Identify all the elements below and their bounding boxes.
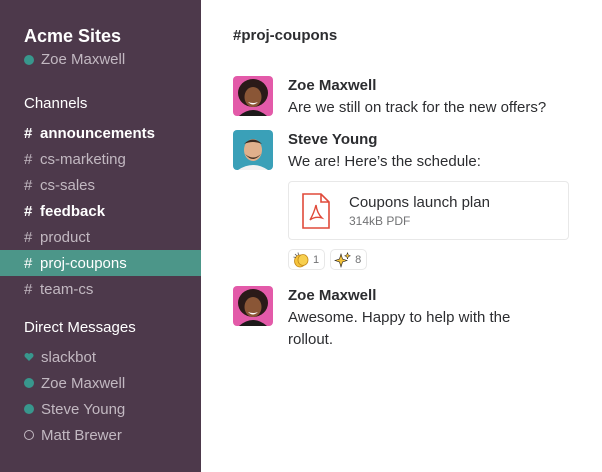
sidebar-item-feedback[interactable]: # feedback <box>0 198 201 224</box>
workspace-name[interactable]: Acme Sites <box>0 24 201 48</box>
file-attachment[interactable]: Coupons launch plan 314kB PDF <box>288 181 569 240</box>
avatar-zoe-maxwell-icon <box>233 286 273 326</box>
sidebar-item-team-cs[interactable]: # team-cs <box>0 276 201 302</box>
dm-label: Zoe Maxwell <box>41 374 126 392</box>
pdf-file-icon <box>302 192 330 229</box>
avatar[interactable] <box>233 130 273 170</box>
file-title: Coupons launch plan <box>349 193 490 211</box>
dm-item-steve-young[interactable]: Steve Young <box>0 396 201 422</box>
dm-label: Steve Young <box>41 400 126 418</box>
message-item: Zoe Maxwell Awesome. Happy to help with … <box>233 286 570 351</box>
reaction-bar: 1 8 <box>288 249 570 270</box>
reaction-sparkles[interactable]: 8 <box>330 249 368 270</box>
sidebar-item-proj-coupons[interactable]: # proj-coupons <box>0 250 201 276</box>
online-status-icon <box>24 55 34 65</box>
reaction-count: 1 <box>313 253 320 266</box>
message-sender[interactable]: Steve Young <box>288 130 570 150</box>
channel-hash-icon: # <box>24 202 33 220</box>
avatar[interactable] <box>233 76 273 116</box>
channel-hash-icon: # <box>24 176 33 194</box>
dm-label: Matt Brewer <box>41 426 122 444</box>
avatar[interactable] <box>233 286 273 326</box>
message-text: Are we still on track for the new offers… <box>288 99 547 116</box>
message-item: Zoe Maxwell Are we still on track for th… <box>233 76 570 119</box>
channel-label: cs-marketing <box>40 150 126 168</box>
avatar-zoe-maxwell-icon <box>233 76 273 116</box>
channel-hash-icon: # <box>24 228 33 246</box>
direct-messages-header[interactable]: Direct Messages <box>0 318 201 338</box>
clapping-hands-icon <box>293 251 309 267</box>
sidebar-item-cs-sales[interactable]: # cs-sales <box>0 172 201 198</box>
message-text: Awesome. Happy to help with the rollout. <box>288 309 511 348</box>
file-meta: 314kB PDF <box>349 213 411 228</box>
channels-header[interactable]: Channels <box>0 94 201 114</box>
dm-item-slackbot[interactable]: slackbot <box>0 344 201 370</box>
away-status-icon <box>24 430 34 440</box>
channel-label: product <box>40 228 91 246</box>
online-status-icon <box>24 404 34 414</box>
channel-hash-icon: # <box>24 124 33 142</box>
dm-item-zoe-maxwell[interactable]: Zoe Maxwell <box>0 370 201 396</box>
dm-item-matt-brewer[interactable]: Matt Brewer <box>0 422 201 448</box>
channel-hash-icon: # <box>24 150 33 168</box>
message-sender[interactable]: Zoe Maxwell <box>288 76 570 96</box>
dm-label: slackbot <box>41 348 97 366</box>
current-user-status[interactable]: Zoe Maxwell <box>0 50 201 70</box>
channel-hash-icon: # <box>24 254 33 272</box>
sidebar-item-announcements[interactable]: # announcements <box>0 120 201 146</box>
avatar-steve-young-icon <box>233 130 273 170</box>
app-window: Acme Sites Zoe Maxwell Channels # announ… <box>0 0 602 472</box>
channel-hash-icon: # <box>24 280 33 298</box>
channel-label: proj-coupons <box>40 254 127 272</box>
channel-label: team-cs <box>40 280 94 298</box>
channel-label: feedback <box>40 202 106 220</box>
message-item: Steve Young We are! Here’s the schedule:… <box>233 130 570 270</box>
sparkles-icon <box>334 251 352 268</box>
channel-label: cs-sales <box>40 176 96 194</box>
online-status-icon <box>24 378 34 388</box>
sidebar: Acme Sites Zoe Maxwell Channels # announ… <box>0 0 201 472</box>
message-text: We are! Here’s the schedule: <box>288 153 481 170</box>
reaction-clapping[interactable]: 1 <box>288 249 326 270</box>
sidebar-item-cs-marketing[interactable]: # cs-marketing <box>0 146 201 172</box>
message-sender[interactable]: Zoe Maxwell <box>288 286 548 306</box>
sidebar-item-product[interactable]: # product <box>0 224 201 250</box>
reaction-count: 8 <box>355 253 362 266</box>
channel-label: announcements <box>40 124 156 142</box>
message-pane: #proj-coupons Zoe Maxwell Are we still o… <box>201 0 602 472</box>
channel-title[interactable]: #proj-coupons <box>233 26 570 46</box>
current-user-name: Zoe Maxwell <box>41 51 126 68</box>
heart-icon <box>24 353 34 361</box>
